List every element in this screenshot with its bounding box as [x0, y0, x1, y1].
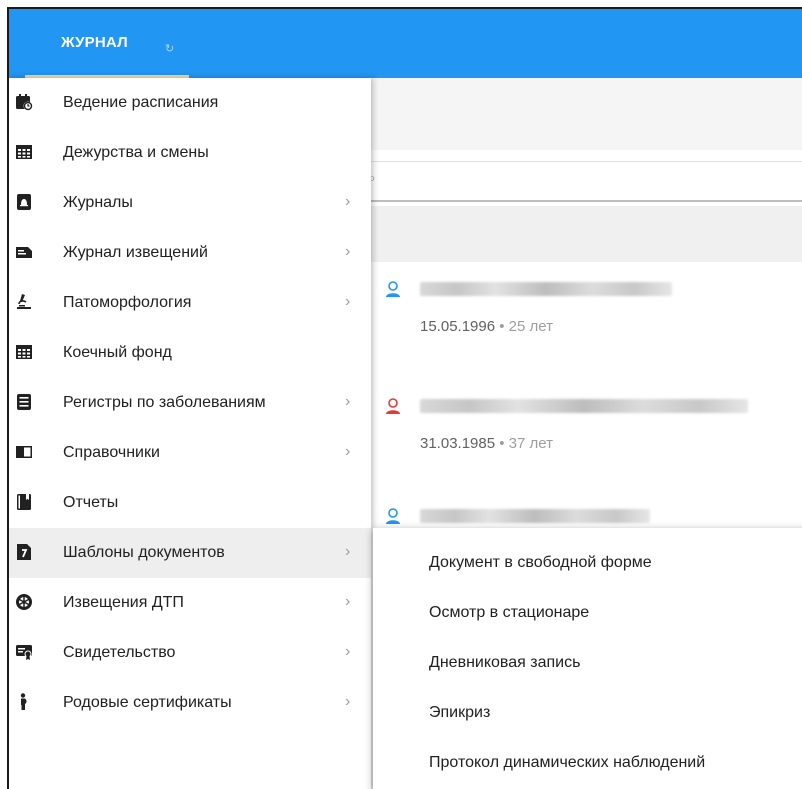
patient-name-redacted [420, 282, 672, 296]
book-open-icon [15, 443, 33, 461]
menu-item-pathomorphology[interactable]: Патоморфология › [9, 278, 371, 328]
divider [371, 200, 802, 202]
submenu-item-dynamic-observation-protocol[interactable]: Протокол динамических наблюдений [373, 738, 802, 788]
submenu-item-label: Осмотр в стационаре [429, 604, 590, 621]
navigation-menu: Ведение расписания Дежурства и смены Жур… [9, 78, 371, 789]
male-patient-icon [386, 508, 400, 524]
search-field[interactable]: ⌕ [367, 161, 802, 201]
chevron-right-icon: › [345, 693, 351, 710]
chevron-right-icon: › [345, 593, 351, 610]
chevron-right-icon: › [345, 293, 351, 310]
menu-item-label: Журнал извещений [63, 244, 208, 261]
male-patient-icon [386, 281, 400, 297]
menu-item-label: Регистры по заболеваниям [63, 394, 266, 411]
app-frame: ЖУРНАЛ ↻ ⌕ 15.05.1996 • 25 лет 31.03.198… [7, 7, 802, 789]
submenu-item-inpatient-exam[interactable]: Осмотр в стационаре [373, 588, 802, 638]
table-icon [15, 343, 33, 361]
notice-icon [15, 243, 33, 261]
menu-item-journals[interactable]: Журналы › [9, 178, 371, 228]
calendar-clock-icon [15, 93, 33, 111]
table-icon [15, 143, 33, 161]
bell-icon [15, 193, 33, 211]
chevron-right-icon: › [345, 193, 351, 210]
chevron-right-icon: › [345, 643, 351, 660]
menu-item-schedule[interactable]: Ведение расписания [9, 78, 371, 128]
patient-age: • 25 лет [499, 318, 553, 335]
menu-item-label: Коечный фонд [63, 344, 172, 361]
submenu-item-epicrisis[interactable]: Эпикриз [373, 688, 802, 738]
book-icon [15, 493, 33, 511]
list-header [371, 206, 802, 262]
menu-item-bed-fund[interactable]: Коечный фонд [9, 328, 371, 378]
menu-item-label: Свидетельство [63, 644, 176, 661]
submenu-item-label: Дневниковая запись [429, 654, 581, 671]
submenu-item-diary-entry[interactable]: Дневниковая запись [373, 638, 802, 688]
chevron-right-icon: › [345, 543, 351, 560]
registry-icon [15, 393, 33, 411]
certificate-icon [15, 643, 33, 661]
menu-item-duties[interactable]: Дежурства и смены [9, 128, 371, 178]
tab-journal-label: ЖУРНАЛ [61, 34, 128, 51]
tab-journal[interactable]: ЖУРНАЛ ↻ [25, 9, 189, 78]
submenu-item-free-form-document[interactable]: Документ в свободной форме [373, 538, 802, 588]
menu-item-label: Ведение расписания [63, 94, 219, 111]
patient-dob: 15.05.1996 • 25 лет [420, 318, 553, 335]
menu-item-certificate[interactable]: Свидетельство › [9, 628, 371, 678]
menu-item-reports[interactable]: Отчеты [9, 478, 371, 528]
app-bar: ЖУРНАЛ ↻ [9, 9, 802, 78]
menu-item-notice-journal[interactable]: Журнал извещений › [9, 228, 371, 278]
microscope-icon [15, 293, 33, 311]
chevron-right-icon: › [345, 393, 351, 410]
menu-item-label: Патоморфология [63, 294, 192, 311]
menu-item-label: Извещения ДТП [63, 594, 184, 611]
menu-item-label: Дежурства и смены [63, 144, 209, 161]
patient-age: • 37 лет [499, 435, 553, 452]
chevron-right-icon: › [345, 243, 351, 260]
menu-item-label: Шаблоны документов [63, 544, 225, 561]
menu-item-road-accident-notices[interactable]: Извещения ДТП › [9, 578, 371, 628]
chevron-right-icon: › [345, 443, 351, 460]
patient-dob: 31.03.1985 • 37 лет [420, 435, 553, 452]
menu-item-label: Журналы [63, 194, 133, 211]
menu-item-document-templates[interactable]: Шаблоны документов › [9, 528, 371, 578]
menu-item-label: Отчеты [63, 494, 119, 511]
menu-item-label: Справочники [63, 444, 160, 461]
menu-item-directories[interactable]: Справочники › [9, 428, 371, 478]
content-header [371, 78, 802, 150]
refresh-icon[interactable]: ↻ [165, 42, 174, 55]
patient-name-redacted [420, 509, 650, 523]
document-template-icon [15, 543, 33, 561]
menu-item-birth-certificates[interactable]: Родовые сертификаты › [9, 678, 371, 728]
menu-item-disease-registries[interactable]: Регистры по заболеваниям › [9, 378, 371, 428]
submenu-item-label: Протокол динамических наблюдений [429, 754, 706, 771]
document-templates-submenu: Документ в свободной форме Осмотр в стац… [373, 528, 802, 789]
submenu-item-label: Эпикриз [429, 704, 491, 721]
wheel-icon [15, 593, 33, 611]
submenu-item-label: Документ в свободной форме [429, 554, 652, 571]
patient-name-redacted [420, 399, 748, 413]
menu-item-label: Родовые сертификаты [63, 694, 232, 711]
female-patient-icon [386, 398, 400, 414]
pregnant-icon [15, 693, 33, 711]
